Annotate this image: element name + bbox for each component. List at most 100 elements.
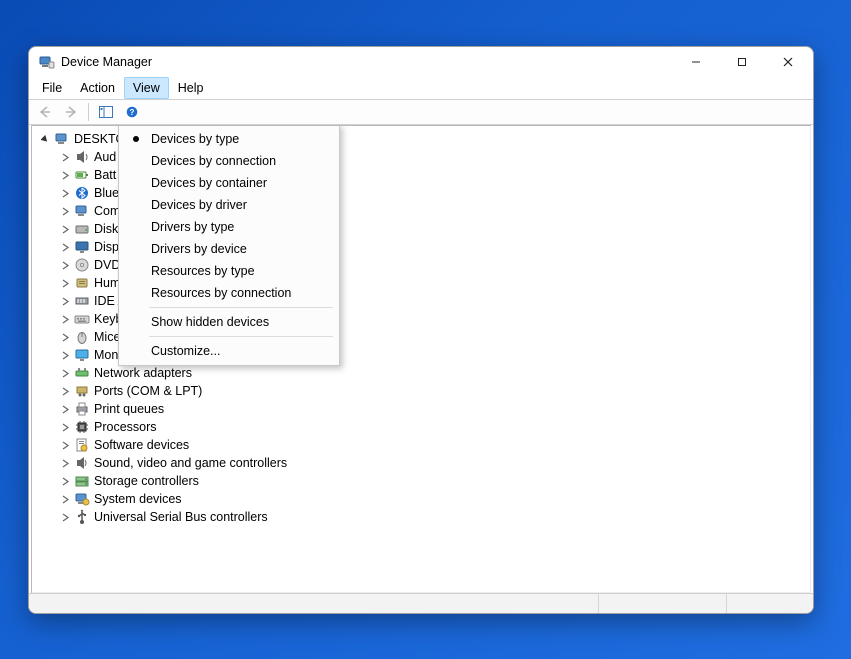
tree-node[interactable]: Processors [36,418,811,436]
radio-bullet-icon [133,136,139,142]
tree-label: Aud [94,148,116,166]
expander-icon[interactable] [58,150,72,164]
menu-help[interactable]: Help [169,77,213,99]
tree-node[interactable]: Universal Serial Bus controllers [36,508,811,526]
audio-icon [74,149,90,165]
tree-pane: DESKTOAudBattBlueComDiskDispDVDHumIDE AK… [31,125,811,593]
content-area: DESKTOAudBattBlueComDiskDispDVDHumIDE AK… [29,125,813,593]
menu-item-label: Show hidden devices [151,315,269,329]
display-icon [74,239,90,255]
expander-icon[interactable] [58,384,72,398]
tree-node[interactable]: Network adapters [36,364,811,382]
tree-label: DVD [94,256,120,274]
view-menu-item[interactable]: Customize... [121,340,337,362]
storage-icon [74,473,90,489]
nav-back-button[interactable] [33,101,57,123]
device-manager-window: Device Manager File Action View Help [28,46,814,614]
expander-icon[interactable] [58,492,72,506]
expander-icon[interactable] [58,348,72,362]
expander-icon[interactable] [58,330,72,344]
expander-icon[interactable] [58,168,72,182]
expander-icon[interactable] [58,294,72,308]
view-menu-item[interactable]: Resources by connection [121,282,337,304]
view-menu-item[interactable]: Show hidden devices [121,311,337,333]
tree-node[interactable]: System devices [36,490,811,508]
expander-icon[interactable] [58,438,72,452]
view-menu-item[interactable]: Resources by type [121,260,337,282]
tree-node[interactable]: Storage controllers [36,472,811,490]
cpu-icon [74,419,90,435]
tree-node[interactable]: Software devices [36,436,811,454]
toolbar: ? [29,99,813,125]
maximize-button[interactable] [719,47,765,77]
expander-icon[interactable] [58,276,72,290]
disk-icon [74,221,90,237]
computer2-icon [74,203,90,219]
network-icon [74,365,90,381]
status-cell-3 [727,594,813,613]
expander-icon[interactable] [58,312,72,326]
menu-file[interactable]: File [33,77,71,99]
expander-icon[interactable] [58,420,72,434]
expander-icon[interactable] [58,204,72,218]
view-menu-item[interactable]: Devices by container [121,172,337,194]
show-hide-tree-button[interactable] [94,101,118,123]
nav-forward-button[interactable] [59,101,83,123]
menu-item-label: Resources by connection [151,286,291,300]
tree-label: Processors [94,418,157,436]
view-menu-item[interactable]: Devices by type [121,128,337,150]
view-menu-item[interactable]: Devices by connection [121,150,337,172]
menu-item-label: Devices by type [151,132,239,146]
tree-label: Disp [94,238,119,256]
expander-icon[interactable] [58,186,72,200]
expander-icon[interactable] [58,456,72,470]
menubar: File Action View Help [29,77,813,99]
tree-label: Network adapters [94,364,192,382]
expander-icon[interactable] [58,258,72,272]
tree-label: Ports (COM & LPT) [94,382,202,400]
menu-action[interactable]: Action [71,77,124,99]
printer-icon [74,401,90,417]
expander-icon[interactable] [58,474,72,488]
dvd-icon [74,257,90,273]
svg-text:?: ? [130,108,135,117]
help-button[interactable]: ? [120,101,144,123]
menu-separator [149,307,333,308]
menu-item-label: Drivers by type [151,220,234,234]
status-cell-1 [29,594,599,613]
tree-label: Batt [94,166,116,184]
hid-icon [74,275,90,291]
monitor-icon [74,347,90,363]
tree-node[interactable]: Ports (COM & LPT) [36,382,811,400]
expander-icon[interactable] [38,132,52,146]
menu-item-label: Drivers by device [151,242,247,256]
expander-icon[interactable] [58,222,72,236]
expander-icon[interactable] [58,366,72,380]
expander-icon[interactable] [58,240,72,254]
menu-item-label: Customize... [151,344,220,358]
usb-icon [74,509,90,525]
tree-node[interactable]: Sound, video and game controllers [36,454,811,472]
tree-label: Software devices [94,436,189,454]
titlebar: Device Manager [29,47,813,77]
menu-item-label: Devices by container [151,176,267,190]
expander-icon[interactable] [58,402,72,416]
toolbar-sep [88,103,89,121]
software-icon [74,437,90,453]
menu-separator [149,336,333,337]
close-button[interactable] [765,47,811,77]
keyboard-icon [74,311,90,327]
minimize-button[interactable] [673,47,719,77]
ports-icon [74,383,90,399]
ide-icon [74,293,90,309]
tree-label: Com [94,202,120,220]
menu-view[interactable]: View [124,77,169,99]
expander-icon[interactable] [58,510,72,524]
menu-item-label: Devices by driver [151,198,247,212]
app-icon [39,54,55,70]
view-menu-item[interactable]: Devices by driver [121,194,337,216]
tree-node[interactable]: Print queues [36,400,811,418]
view-menu-item[interactable]: Drivers by type [121,216,337,238]
computer-icon [54,131,70,147]
view-menu-item[interactable]: Drivers by device [121,238,337,260]
